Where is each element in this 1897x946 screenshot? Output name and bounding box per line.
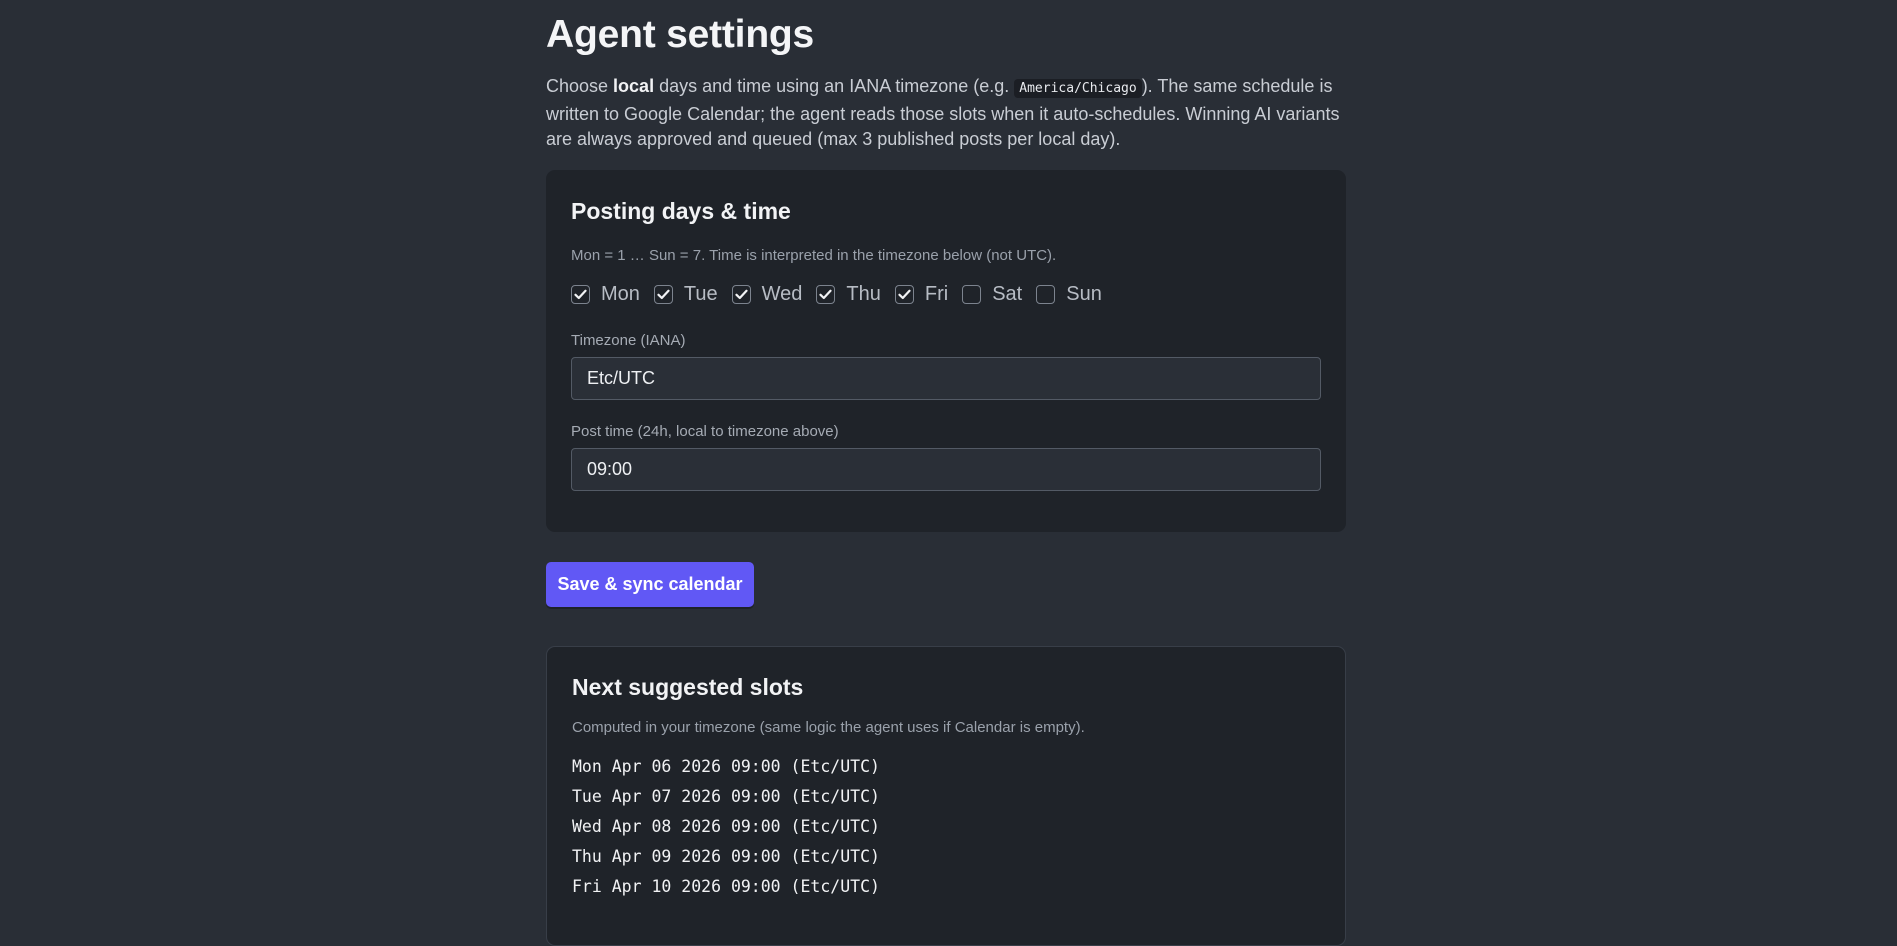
save-sync-calendar-button[interactable]: Save & sync calendar: [546, 562, 754, 607]
slot-item: Thu Apr 09 2026 09:00 (Etc/UTC): [572, 847, 880, 866]
day-checkbox-tue[interactable]: [653, 285, 673, 304]
day-option-fri[interactable]: Fri: [894, 283, 949, 306]
post-time-input[interactable]: [571, 448, 1321, 491]
days-hint: Mon = 1 … Sun = 7. Time is interpreted i…: [571, 247, 1057, 264]
intro-text-1: Choose: [546, 76, 614, 96]
day-checkbox-group: Mon Tue Wed Thu Fri Sat Sun: [571, 283, 1116, 306]
post-time-label: Post time (24h, local to timezone above): [571, 423, 839, 440]
day-label-tue: Tue: [683, 283, 718, 305]
day-checkbox-sun[interactable]: [1036, 285, 1056, 304]
day-label-sun: Sun: [1066, 283, 1102, 305]
slots-hint: Computed in your timezone (same logic th…: [572, 719, 1085, 736]
day-option-wed[interactable]: Wed: [731, 283, 803, 306]
suggested-slots-card: Next suggested slots Computed in your ti…: [546, 646, 1346, 946]
day-label-sat: Sat: [992, 283, 1023, 305]
day-checkbox-thu[interactable]: [816, 285, 836, 304]
checkmark-icon: [898, 289, 911, 300]
day-checkbox-wed[interactable]: [731, 285, 751, 304]
intro-timezone-example: America/Chicago: [1014, 79, 1142, 98]
day-option-mon[interactable]: Mon: [571, 283, 640, 306]
checkmark-icon: [657, 289, 670, 300]
day-label-fri: Fri: [924, 283, 949, 305]
day-label-thu: Thu: [846, 283, 881, 305]
day-option-sun[interactable]: Sun: [1036, 283, 1102, 306]
slot-item: Fri Apr 10 2026 09:00 (Etc/UTC): [572, 877, 880, 896]
agent-settings-page: Agent settings Choose local days and tim…: [546, 0, 1346, 946]
checkmark-icon: [819, 289, 833, 300]
slot-item: Wed Apr 08 2026 09:00 (Etc/UTC): [572, 817, 880, 836]
day-checkbox-mon[interactable]: [571, 285, 590, 304]
posting-schedule-card: Posting days & time Mon = 1 … Sun = 7. T…: [546, 170, 1346, 532]
page-title: Agent settings: [546, 13, 815, 56]
timezone-label: Timezone (IANA): [571, 332, 686, 349]
day-option-sat[interactable]: Sat: [962, 283, 1022, 306]
intro-text-2: days and time using an IANA timezone (e.…: [654, 76, 1015, 96]
checkmark-icon: [735, 289, 748, 300]
slot-list: Mon Apr 06 2026 09:00 (Etc/UTC) Tue Apr …: [572, 752, 880, 902]
checkmark-icon: [574, 289, 587, 300]
timezone-input[interactable]: [571, 357, 1321, 400]
schedule-card-title: Posting days & time: [571, 198, 791, 224]
slots-card-title: Next suggested slots: [572, 674, 804, 700]
intro-bold-local: local: [613, 76, 655, 96]
slot-item: Mon Apr 06 2026 09:00 (Etc/UTC): [572, 757, 880, 776]
slot-item: Tue Apr 07 2026 09:00 (Etc/UTC): [572, 787, 880, 806]
day-option-tue[interactable]: Tue: [653, 283, 718, 306]
day-label-mon: Mon: [601, 283, 640, 305]
day-label-wed: Wed: [761, 283, 803, 305]
day-checkbox-fri[interactable]: [894, 285, 914, 304]
day-option-thu[interactable]: Thu: [816, 283, 881, 306]
page-intro: Choose local days and time using an IANA…: [546, 74, 1346, 153]
day-checkbox-sat[interactable]: [962, 285, 982, 304]
